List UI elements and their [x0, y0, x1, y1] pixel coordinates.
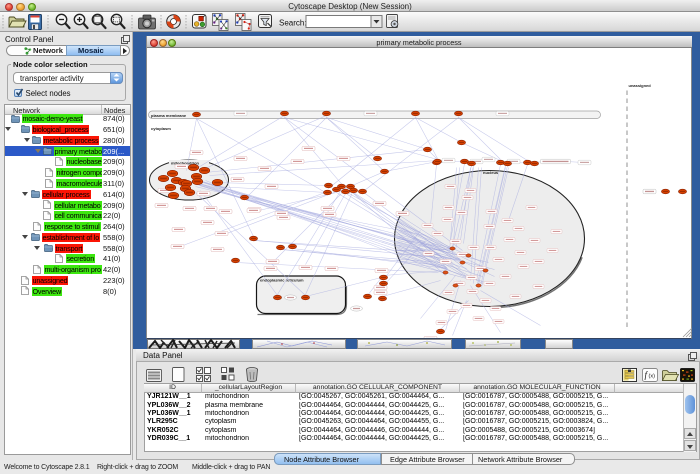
svg-text:plasma membrane: plasma membrane [151, 113, 187, 118]
svg-text:(x): (x) [649, 374, 656, 380]
svg-text:endoplasmic reticulum: endoplasmic reticulum [260, 277, 304, 282]
svg-text:Search:: Search: [279, 19, 307, 28]
svg-text:cytoplasm: cytoplasm [151, 126, 171, 131]
svg-text:nucleus: nucleus [483, 170, 499, 175]
svg-text:unassigned: unassigned [628, 83, 651, 88]
